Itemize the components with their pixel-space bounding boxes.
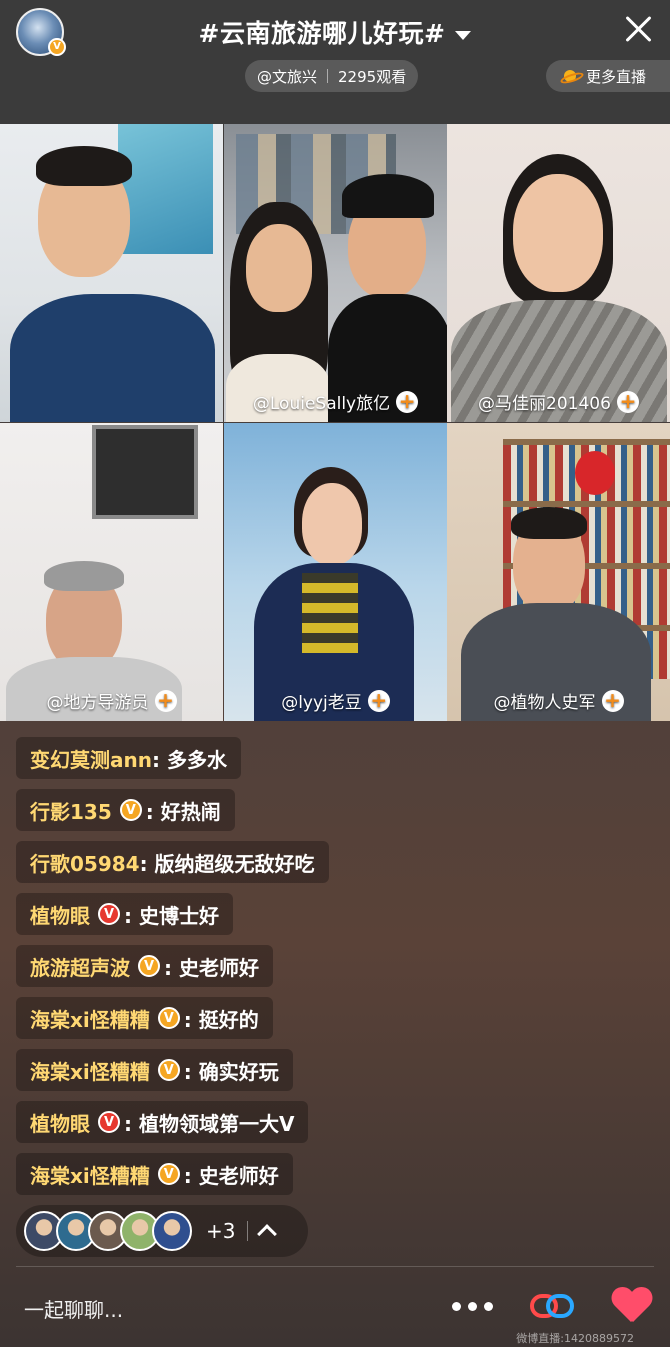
comment-text: : 挺好的: [183, 1007, 259, 1032]
person: [224, 124, 447, 422]
video-tile-3[interactable]: @马佳丽201406 +: [447, 124, 670, 422]
chat-input[interactable]: 一起聊聊...: [24, 1294, 123, 1323]
comment-item[interactable]: 行歌05984 : 版纳超级无敌好吃: [16, 841, 329, 883]
verified-badge-icon: V: [138, 955, 160, 977]
person: [224, 423, 447, 721]
person: [447, 124, 670, 422]
like-heart-icon[interactable]: [612, 1288, 652, 1324]
watermark: 微博直播:1420889572: [516, 1332, 634, 1345]
comment-list[interactable]: 变幻莫测ann : 多多水 行影135 V : 好热闹 行歌05984 : 版纳…: [16, 737, 576, 1205]
comment-item[interactable]: 植物眼 V : 史博士好: [16, 893, 233, 935]
comment-text: : 版纳超级无敌好吃: [139, 851, 315, 876]
more-live-button[interactable]: 更多直播: [546, 60, 670, 92]
comment-item[interactable]: 海棠xi怪糟糟 V : 确实好玩: [16, 1049, 293, 1091]
comment-text: : 史老师好: [164, 955, 259, 980]
red-verified-badge-icon: V: [98, 903, 120, 925]
divider: [16, 1266, 654, 1267]
co-stream-link-icon[interactable]: [530, 1290, 576, 1322]
follow-button[interactable]: +: [601, 689, 624, 712]
follow-button[interactable]: +: [616, 390, 639, 413]
more-options-icon[interactable]: [452, 1302, 493, 1311]
extra-viewer-count: +3: [206, 1219, 236, 1243]
person: [447, 423, 670, 721]
video-grid: @LouieSally旅亿 + @马佳丽201406 + @地方导游员 + @l…: [0, 124, 670, 721]
comment-user[interactable]: 行影135: [30, 796, 112, 825]
comment-item[interactable]: 变幻莫测ann : 多多水: [16, 737, 241, 779]
close-button[interactable]: [622, 12, 656, 46]
comment-item[interactable]: 海棠xi怪糟糟 V : 挺好的: [16, 997, 273, 1039]
comment-text: : 史博士好: [124, 903, 219, 928]
comment-user[interactable]: 行歌05984: [30, 848, 140, 877]
verified-badge-icon: V: [157, 1007, 180, 1029]
comment-text: : 植物领域第一大V: [124, 1111, 295, 1136]
follow-button[interactable]: +: [367, 689, 390, 712]
live-header: V #云南旅游哪儿好玩# @文旅兴 2295观看 更多直播: [0, 0, 670, 124]
tile-label: @地方导游员 +: [0, 688, 223, 713]
video-tile-4[interactable]: @地方导游员 +: [0, 423, 223, 721]
comment-text: : 多多水: [151, 747, 227, 772]
comment-item[interactable]: 行影135 V : 好热闹: [16, 789, 235, 831]
chevron-up-icon[interactable]: [257, 1224, 278, 1244]
tile-label: @LouieSally旅亿 +: [224, 389, 447, 414]
tile-label: @lyyj老豆 +: [224, 688, 447, 713]
viewer-bar[interactable]: +3: [16, 1205, 308, 1257]
comment-user[interactable]: 海棠xi怪糟糟: [30, 1056, 150, 1085]
comment-item[interactable]: 海棠xi怪糟糟 V : 史老师好: [16, 1153, 293, 1195]
verified-badge-icon: V: [119, 799, 142, 821]
viewer-avatar[interactable]: [152, 1211, 192, 1251]
person: [0, 124, 223, 422]
host-name: @文旅兴: [257, 67, 318, 86]
comment-user[interactable]: 变幻莫测ann: [30, 744, 152, 773]
comment-text: : 确实好玩: [183, 1059, 279, 1084]
live-title-text: #云南旅游哪儿好玩#: [198, 19, 446, 48]
follow-button[interactable]: +: [396, 390, 419, 413]
more-live-label: 更多直播: [586, 67, 647, 86]
verified-badge-icon: V: [157, 1163, 180, 1185]
verified-badge-icon: V: [157, 1059, 180, 1081]
live-title[interactable]: #云南旅游哪儿好玩#: [0, 14, 670, 50]
comment-user[interactable]: 海棠xi怪糟糟: [30, 1160, 150, 1189]
comment-user[interactable]: 植物眼: [30, 1108, 90, 1137]
comment-user[interactable]: 旅游超声波: [30, 952, 130, 981]
comment-item[interactable]: 植物眼 V : 植物领域第一大V: [16, 1101, 309, 1143]
person: [0, 423, 223, 721]
video-tile-6[interactable]: @植物人史军 +: [447, 423, 670, 721]
host-info-pill[interactable]: @文旅兴 2295观看: [245, 60, 419, 92]
planet-icon: [560, 68, 580, 84]
video-tile-5[interactable]: @lyyj老豆 +: [224, 423, 447, 721]
follow-button[interactable]: +: [154, 689, 177, 712]
tile-label: @马佳丽201406 +: [447, 389, 670, 414]
divider: [247, 1221, 249, 1241]
comment-text: : 好热闹: [145, 799, 221, 824]
video-tile-1[interactable]: [0, 124, 223, 422]
caret-down-icon: [455, 30, 472, 40]
comment-user[interactable]: 植物眼: [30, 900, 90, 929]
comment-user[interactable]: 海棠xi怪糟糟: [30, 1004, 150, 1033]
comment-item[interactable]: 旅游超声波 V : 史老师好: [16, 945, 273, 987]
video-tile-2[interactable]: @LouieSally旅亿 +: [224, 124, 447, 422]
comment-text: : 史老师好: [183, 1163, 279, 1188]
red-verified-badge-icon: V: [98, 1111, 120, 1133]
viewer-count: 2295观看: [338, 67, 407, 86]
divider: [327, 69, 329, 83]
tile-label: @植物人史军 +: [447, 688, 670, 713]
